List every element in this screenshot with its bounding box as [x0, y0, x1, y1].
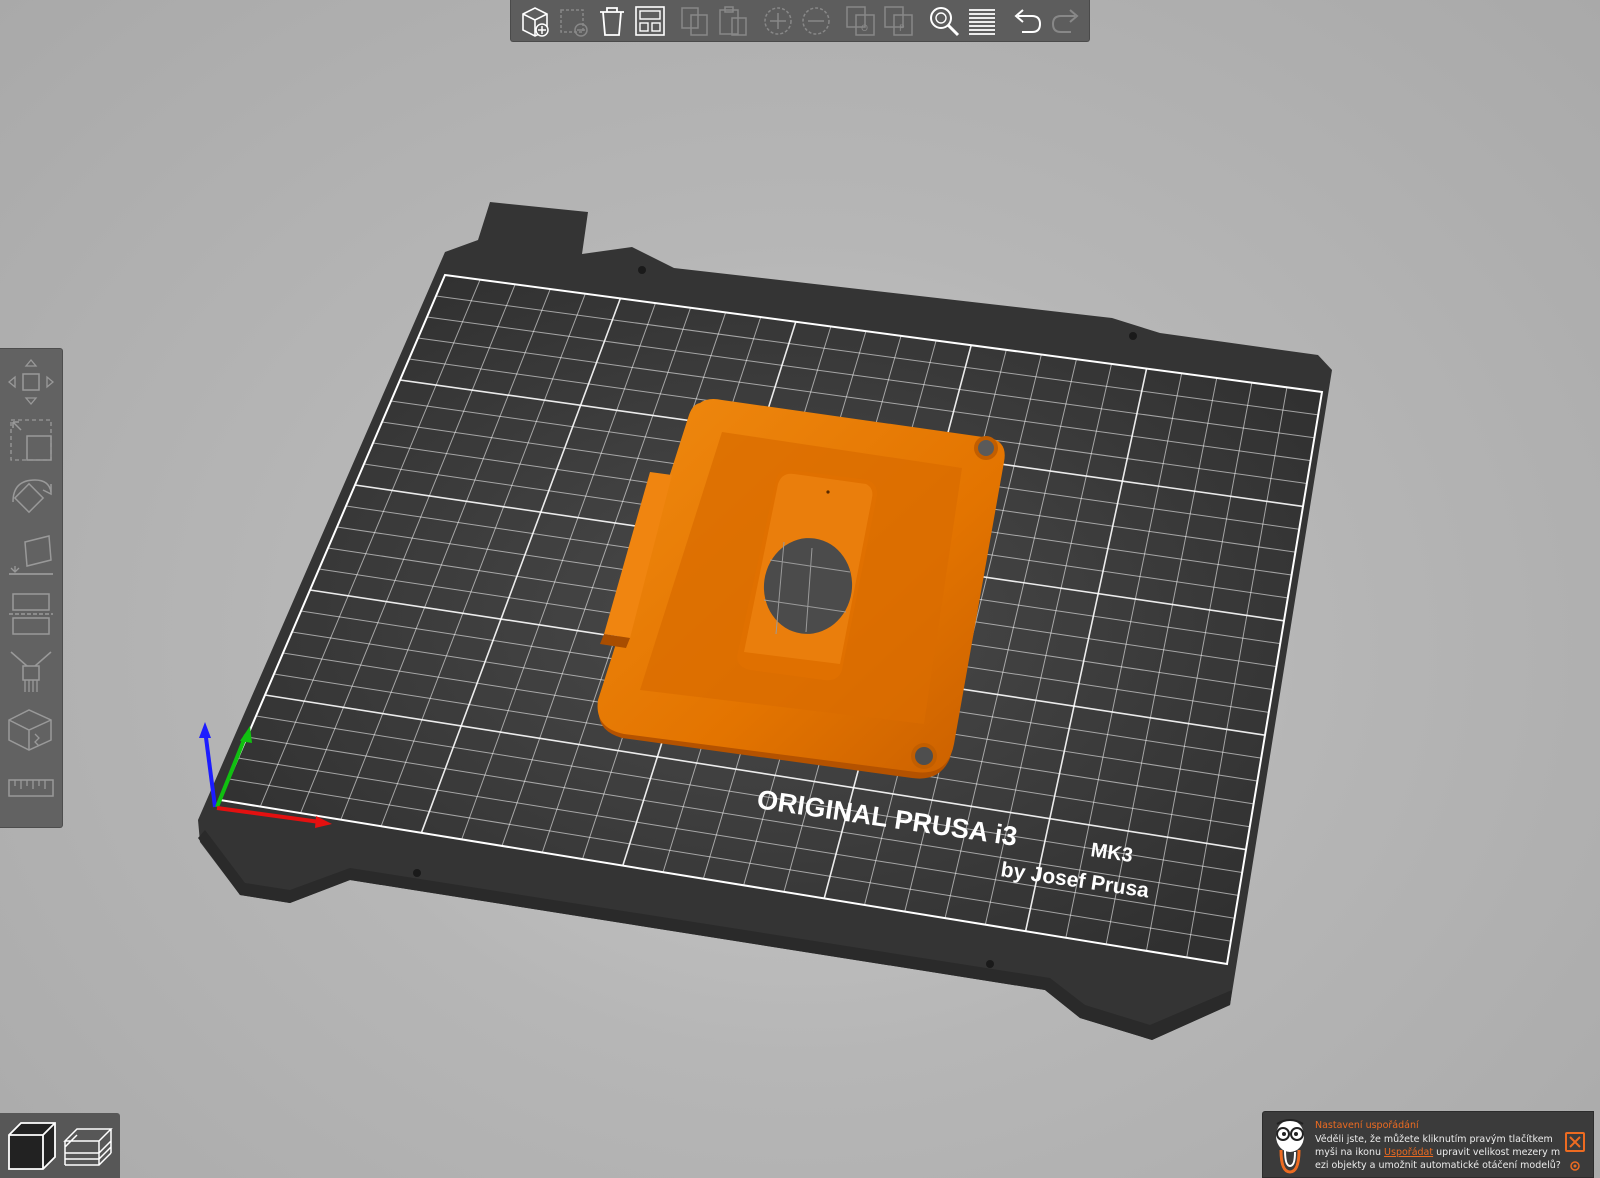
remove-instance-icon: [802, 6, 831, 35]
redo-icon: [1051, 8, 1079, 33]
arrange-icon: [635, 5, 666, 36]
delete-all-icon: [599, 6, 624, 36]
split-to-objects-button[interactable]: O: [842, 3, 879, 39]
left-toolbar: [0, 348, 63, 828]
redo-button[interactable]: [1047, 3, 1084, 39]
undo-icon: [1014, 8, 1041, 33]
delete-all-button[interactable]: [593, 3, 630, 39]
delete-icon: [560, 8, 588, 37]
search-button[interactable]: [926, 3, 963, 39]
add-icon: [522, 6, 550, 37]
delete-button[interactable]: [555, 3, 592, 39]
notification-close-button[interactable]: [1565, 1132, 1585, 1152]
notification-line2: myši na ikonu Uspořádat upravit velikost…: [1315, 1147, 1560, 1158]
search-icon: [929, 6, 959, 36]
notification-line1: Věděli jste, že můžete kliknutím pravým …: [1315, 1134, 1553, 1145]
3d-view-icon: [8, 1121, 56, 1170]
cut-tool-button[interactable]: [3, 585, 59, 643]
place-on-face-tool-button[interactable]: [3, 527, 59, 585]
undo-button[interactable]: [1009, 3, 1046, 39]
move-tool-button[interactable]: [3, 353, 59, 411]
top-toolbar: O P: [510, 0, 1090, 42]
gear-icon: [1570, 1161, 1580, 1171]
arrange-link[interactable]: Uspořádat: [1384, 1147, 1433, 1158]
copy-icon: [680, 6, 708, 36]
split-to-parts-button[interactable]: P: [881, 3, 918, 39]
hint-notification: Nastavení uspořádání Věděli jste, že můž…: [1262, 1111, 1594, 1178]
svg-text:P: P: [899, 24, 905, 34]
rotate-icon: [12, 479, 52, 514]
paste-button[interactable]: [715, 3, 752, 39]
move-icon: [7, 358, 55, 406]
layers-editing-button[interactable]: [964, 3, 1001, 39]
measure-icon: [8, 779, 54, 797]
add-instance-icon: [763, 6, 792, 35]
preview-button[interactable]: [60, 1116, 116, 1176]
paint-supports-icon: [10, 651, 52, 692]
view-switcher: [0, 1113, 120, 1178]
layers-editing-icon: [969, 8, 996, 35]
notification-title: Nastavení uspořádání: [1315, 1120, 1419, 1131]
close-icon: [1569, 1136, 1581, 1148]
measure-tool-button[interactable]: [3, 759, 59, 817]
preview-icon: [63, 1127, 113, 1166]
3d-view-button[interactable]: [4, 1116, 60, 1176]
seam-painting-tool-button[interactable]: [3, 701, 59, 759]
hint-mascot-icon: [1276, 1119, 1304, 1174]
arrange-button[interactable]: [632, 3, 669, 39]
split-to-parts-icon: P: [884, 5, 914, 36]
scale-icon: [10, 419, 52, 461]
scale-tool-button[interactable]: [3, 411, 59, 469]
notification-line3: ezi objekty a umožnit automatické otáčen…: [1315, 1160, 1561, 1171]
notification-line2-post: upravit velikost mezery m: [1436, 1147, 1561, 1158]
remove-instance-button[interactable]: [798, 3, 835, 39]
place-on-face-icon: [9, 535, 53, 575]
paste-icon: [719, 5, 748, 36]
copy-button[interactable]: [676, 3, 713, 39]
3d-viewport[interactable]: ORIGINAL PRUSA i3 MK3 by Josef Prusa: [0, 0, 1600, 1178]
add-instance-button[interactable]: [759, 3, 796, 39]
paint-supports-tool-button[interactable]: [3, 643, 59, 701]
notification-line2-pre: myši na ikonu: [1315, 1147, 1382, 1158]
svg-text:O: O: [861, 24, 868, 34]
split-to-objects-icon: O: [846, 5, 875, 36]
cut-icon: [9, 593, 53, 635]
rotate-tool-button[interactable]: [3, 469, 59, 527]
add-button[interactable]: [516, 3, 553, 39]
seam-painting-icon: [8, 709, 52, 751]
